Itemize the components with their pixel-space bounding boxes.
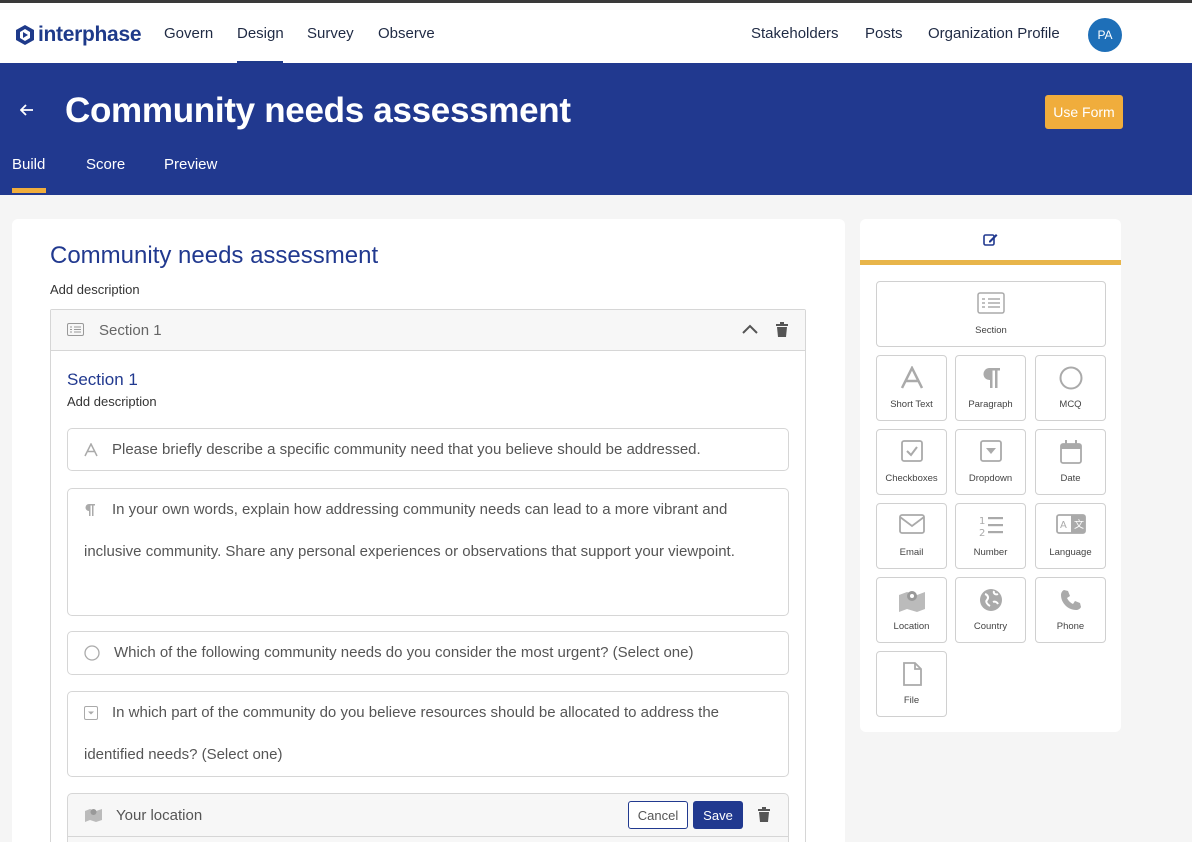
svg-text:A: A [1060, 520, 1067, 531]
tool-label: MCQ [1059, 399, 1082, 410]
tool-label: Date [1060, 473, 1081, 484]
nav-govern[interactable]: Govern [164, 25, 213, 42]
edit-icon[interactable] [983, 232, 998, 252]
tab-active-indicator [12, 188, 46, 193]
tool-file[interactable]: File [876, 651, 947, 717]
short-text-icon [877, 366, 946, 390]
phone-icon [1036, 588, 1105, 612]
nav-organization-profile[interactable]: Organization Profile [928, 25, 1060, 42]
tool-label: Phone [1056, 621, 1085, 632]
question-text: In your own words, explain how addressin… [84, 501, 735, 560]
cancel-button[interactable]: Cancel [628, 801, 688, 829]
question-text: Which of the following community needs d… [114, 644, 694, 661]
tool-label: Dropdown [968, 473, 1013, 484]
tool-short-text[interactable]: Short Text [876, 355, 947, 421]
brand-name: interphase [38, 23, 142, 46]
section-icon [877, 292, 1105, 314]
logo-icon [16, 25, 34, 45]
field-toolbox: Section Short Text Paragraph MCQ Checkbo… [860, 219, 1121, 732]
question-card-paragraph[interactable]: In your own words, explain how addressin… [67, 488, 789, 616]
tool-label: Country [973, 621, 1008, 632]
question-text: In which part of the community do you be… [84, 704, 720, 763]
nav-stakeholders[interactable]: Stakeholders [751, 25, 839, 42]
delete-question-icon[interactable] [758, 807, 770, 827]
dropdown-icon [956, 440, 1025, 462]
tool-label: Paragraph [968, 399, 1013, 410]
question-card-mcq[interactable]: Which of the following community needs d… [67, 631, 789, 675]
nav-survey[interactable]: Survey [307, 25, 354, 42]
email-icon [877, 514, 946, 534]
tool-country[interactable]: Country [955, 577, 1026, 643]
tool-date[interactable]: Date [1035, 429, 1106, 495]
tool-label: Checkboxes [885, 473, 938, 484]
tool-label: Short Text [890, 399, 933, 410]
tool-location[interactable]: Location [876, 577, 947, 643]
back-arrow-icon[interactable] [19, 101, 34, 122]
tool-label: Number [973, 547, 1008, 558]
tool-paragraph[interactable]: Paragraph [955, 355, 1026, 421]
toolbox-header [860, 219, 1121, 265]
svg-text:文: 文 [1074, 518, 1084, 531]
page-header: Community needs assessment Use Form Buil… [0, 63, 1192, 195]
svg-text:1: 1 [979, 516, 985, 527]
nav-design[interactable]: Design [237, 25, 284, 42]
question-card-short-text[interactable]: Please briefly describe a specific commu… [67, 428, 789, 471]
calendar-icon [1036, 440, 1105, 464]
question-text: Please briefly describe a specific commu… [112, 441, 701, 458]
tool-mcq[interactable]: MCQ [1035, 355, 1106, 421]
form-description[interactable]: Add description [50, 282, 140, 297]
location-icon [877, 588, 946, 612]
question-card-dropdown[interactable]: In which part of the community do you be… [67, 691, 789, 777]
form-title[interactable]: Community needs assessment [50, 242, 378, 270]
paragraph-icon [956, 366, 1025, 390]
use-form-button[interactable]: Use Form [1045, 95, 1123, 129]
delete-section-icon[interactable] [776, 322, 788, 342]
tool-label: Location [893, 621, 930, 632]
tool-label: Section [975, 325, 1007, 336]
tool-dropdown[interactable]: Dropdown [955, 429, 1026, 495]
nav-observe[interactable]: Observe [378, 25, 435, 42]
tab-preview[interactable]: Preview [164, 156, 217, 173]
tool-label: Email [899, 547, 924, 558]
nav-posts[interactable]: Posts [865, 25, 903, 42]
divider [68, 836, 788, 837]
checkbox-icon [877, 440, 946, 462]
tool-section[interactable]: Section [876, 281, 1106, 347]
question-card-location-editing[interactable]: Your location Cancel Save [67, 793, 789, 842]
save-button[interactable]: Save [693, 801, 743, 829]
section-title[interactable]: Section 1 [67, 370, 138, 390]
brand-logo[interactable]: interphase [14, 23, 142, 47]
section-container: Section 1 Section 1 Add description Plea… [50, 309, 806, 842]
user-avatar[interactable]: PA [1088, 18, 1122, 52]
tool-checkboxes[interactable]: Checkboxes [876, 429, 947, 495]
section-list-icon [67, 323, 84, 341]
section-description[interactable]: Add description [67, 394, 157, 409]
top-navbar: interphase Govern Design Survey Observe … [0, 0, 1192, 64]
tool-number[interactable]: 12 Number [955, 503, 1026, 569]
tab-score[interactable]: Score [86, 156, 125, 173]
mcq-icon [1036, 366, 1105, 390]
tab-build[interactable]: Build [12, 156, 45, 173]
number-list-icon: 12 [956, 514, 1025, 538]
globe-icon [956, 588, 1025, 612]
file-icon [877, 662, 946, 686]
chevron-up-icon[interactable] [741, 322, 759, 340]
location-icon [84, 807, 103, 827]
section-header-label: Section 1 [99, 322, 162, 339]
form-builder-card: Community needs assessment Add descripti… [12, 219, 845, 842]
tool-label: Language [1049, 547, 1092, 558]
page-title: Community needs assessment [65, 91, 571, 130]
tool-language[interactable]: A文 Language [1035, 503, 1106, 569]
svg-text:2: 2 [979, 528, 985, 538]
language-icon: A文 [1036, 514, 1105, 534]
section-header[interactable]: Section 1 [51, 310, 805, 351]
tool-label: File [903, 695, 920, 706]
tool-phone[interactable]: Phone [1035, 577, 1106, 643]
tool-email[interactable]: Email [876, 503, 947, 569]
location-label[interactable]: Your location [116, 807, 202, 824]
